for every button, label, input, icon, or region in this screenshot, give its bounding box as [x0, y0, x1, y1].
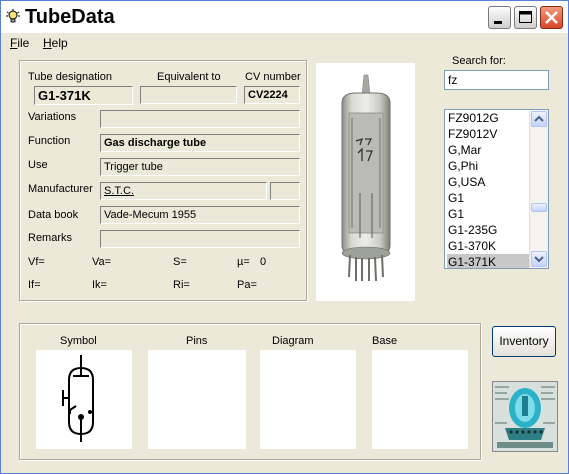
manufacturer-field[interactable]: S.T.C.	[100, 182, 267, 200]
tube-designation-field[interactable]: G1-371K	[34, 86, 133, 105]
list-item[interactable]: G1-235G	[447, 222, 531, 238]
pins-panel	[148, 350, 246, 449]
manufacturer-extra-field[interactable]	[270, 182, 300, 200]
close-icon	[545, 11, 558, 24]
results-list[interactable]: FZ9012G FZ9012V G,Mar G,Phi G,USA G1 G1 …	[444, 109, 549, 269]
scroll-up-button[interactable]	[531, 111, 547, 127]
pins-label: Pins	[186, 335, 208, 347]
equivalent-to-label: Equivalent to	[157, 71, 221, 83]
lightbulb-icon	[6, 9, 20, 25]
list-item[interactable]: FZ9012G	[447, 110, 531, 126]
function-field[interactable]: Gas discharge tube	[100, 134, 300, 152]
data-book-field[interactable]: Vade-Mecum 1955	[100, 206, 300, 224]
list-item[interactable]: G1	[447, 206, 531, 222]
equivalent-to-field[interactable]	[140, 86, 237, 104]
ik-label: Ik=	[92, 279, 107, 291]
vf-label: Vf=	[28, 256, 45, 268]
symbol-label: Symbol	[60, 335, 97, 347]
function-label: Function	[28, 135, 71, 147]
main-window: TubeData File Help Tube designation Equi…	[0, 0, 569, 474]
search-input[interactable]: fz	[444, 70, 549, 90]
chevron-down-icon	[534, 256, 544, 263]
variations-field[interactable]	[100, 110, 300, 128]
list-item[interactable]: G,USA	[447, 174, 531, 190]
app-logo	[492, 381, 558, 452]
results-scrollbar[interactable]	[529, 110, 548, 268]
diagram-label: Diagram	[272, 335, 314, 347]
list-item-selected[interactable]: G1-371K	[447, 254, 531, 268]
mu-value: 0	[260, 256, 267, 268]
cv-number-label: CV number	[245, 71, 301, 83]
chevron-up-icon	[534, 115, 544, 122]
inventory-button[interactable]: Inventory	[492, 326, 556, 357]
data-book-label: Data book	[28, 209, 79, 221]
tube-photo	[316, 63, 415, 301]
use-label: Use	[28, 159, 48, 171]
menu-help[interactable]: Help	[43, 36, 68, 50]
scroll-thumb[interactable]	[531, 203, 547, 212]
title-bar[interactable]: TubeData	[1, 1, 568, 33]
list-item[interactable]: G,Phi	[447, 158, 531, 174]
list-item[interactable]: G1-370K	[447, 238, 531, 254]
maximize-icon	[519, 11, 532, 23]
use-field[interactable]: Trigger tube	[100, 158, 300, 176]
menu-bar: File Help	[1, 33, 568, 53]
tube-designation-label: Tube designation	[28, 71, 112, 83]
base-panel	[372, 350, 468, 449]
variations-label: Variations	[28, 111, 77, 123]
minimize-button[interactable]	[488, 6, 511, 29]
pa-label: Pa=	[237, 279, 257, 291]
list-item[interactable]: G1	[447, 190, 531, 206]
symbol-panel	[36, 350, 132, 449]
window-title: TubeData	[25, 6, 115, 28]
va-label: Va=	[92, 256, 112, 268]
s-label: S=	[173, 256, 187, 268]
remarks-field[interactable]	[100, 230, 300, 248]
remarks-label: Remarks	[28, 232, 73, 244]
base-label: Base	[372, 335, 398, 347]
maximize-button[interactable]	[514, 6, 537, 29]
menu-file[interactable]: File	[10, 36, 29, 50]
tube-symbol-icon	[62, 355, 94, 442]
if-label: If=	[28, 279, 41, 291]
cv-number-field[interactable]: CV2224	[244, 86, 300, 104]
diagram-panel	[260, 350, 356, 449]
ri-label: Ri=	[173, 279, 190, 291]
minimize-icon	[494, 21, 502, 24]
list-item[interactable]: FZ9012V	[447, 126, 531, 142]
close-button[interactable]	[540, 6, 563, 29]
manufacturer-label: Manufacturer	[28, 183, 93, 195]
scroll-down-button[interactable]	[531, 251, 547, 267]
list-item[interactable]: G,Mar	[447, 142, 531, 158]
search-label: Search for:	[452, 55, 506, 67]
mu-label: µ=	[237, 256, 250, 268]
